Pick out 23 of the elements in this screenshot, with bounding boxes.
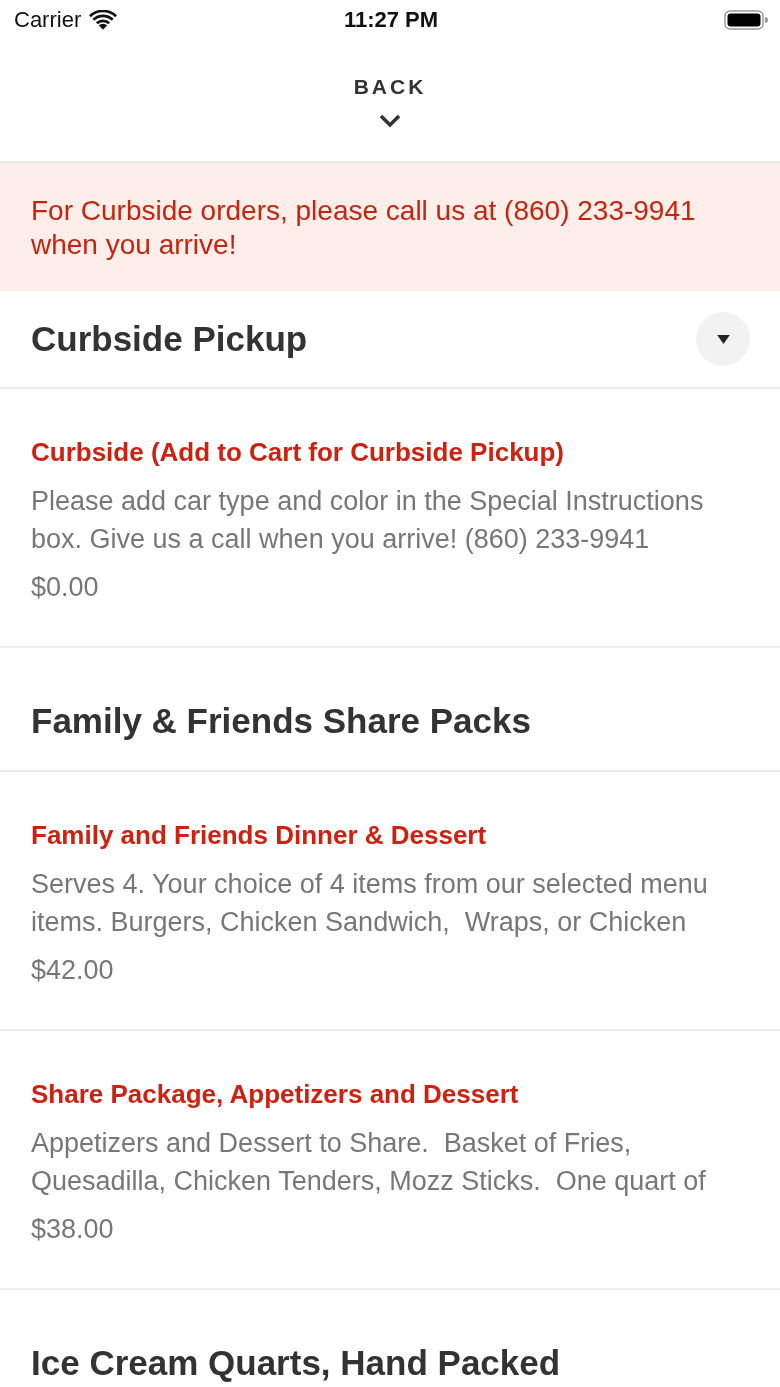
menu-item[interactable]: Family and Friends Dinner & Dessert Serves 4. Your choice of 4 items from our selected menu items. Burgers, Chicken Sandwich, Wraps, or Chicken $42.00 bbox=[0, 772, 780, 1031]
wifi-icon bbox=[89, 9, 118, 31]
carrier-name: Carrier bbox=[14, 7, 82, 33]
item-name: Share Package, Appetizers and Dessert bbox=[31, 1078, 520, 1111]
item-description: Appetizers and Dessert to Share. Basket of Fries, Quesadilla, Chicken Tenders, Mozz Sticks. One quart of bbox=[31, 1127, 707, 1198]
section-title: Family & Friends Share Packs bbox=[31, 700, 531, 742]
menu-item[interactable]: Curbside (Add to Cart for Curbside Pickup) Please add car type and color in the Special Instructions box. Give us a call when you arrive! (860) 233-9941 $0.00 bbox=[0, 389, 780, 648]
item-price: $0.00 bbox=[31, 571, 100, 604]
section-title: Curbside Pickup bbox=[31, 318, 308, 360]
back-button[interactable]: BACK bbox=[353, 74, 427, 100]
item-name: Family and Friends Dinner & Dessert bbox=[31, 819, 488, 852]
chevron-down-icon bbox=[379, 114, 401, 128]
menu-item[interactable]: Share Package, Appetizers and Dessert Appetizers and Dessert to Share. Basket of Fries, Quesadilla, Chicken Tenders, Mozz Sticks. One quart of $38.00 bbox=[0, 1031, 780, 1290]
item-description: Please add car type and color in the Special Instructions box. Give us a call when you arrive! (860) 233-9941 bbox=[31, 485, 705, 556]
caret-down-icon bbox=[716, 334, 730, 344]
battery-icon bbox=[724, 10, 768, 30]
item-description: Serves 4. Your choice of 4 items from our selected menu items. Burgers, Chicken Sandwich, Wraps, or Chicken bbox=[31, 868, 709, 939]
item-price: $42.00 bbox=[31, 954, 115, 987]
notice-text: For Curbside orders, please call us at (860) 233-9941 when you arrive! bbox=[31, 194, 697, 262]
status-time: 11:27 PM bbox=[343, 7, 439, 33]
item-price: $38.00 bbox=[31, 1213, 115, 1246]
item-name: Curbside (Add to Cart for Curbside Pickup) bbox=[31, 436, 566, 469]
section-title: Ice Cream Quarts, Hand Packed bbox=[31, 1342, 561, 1384]
